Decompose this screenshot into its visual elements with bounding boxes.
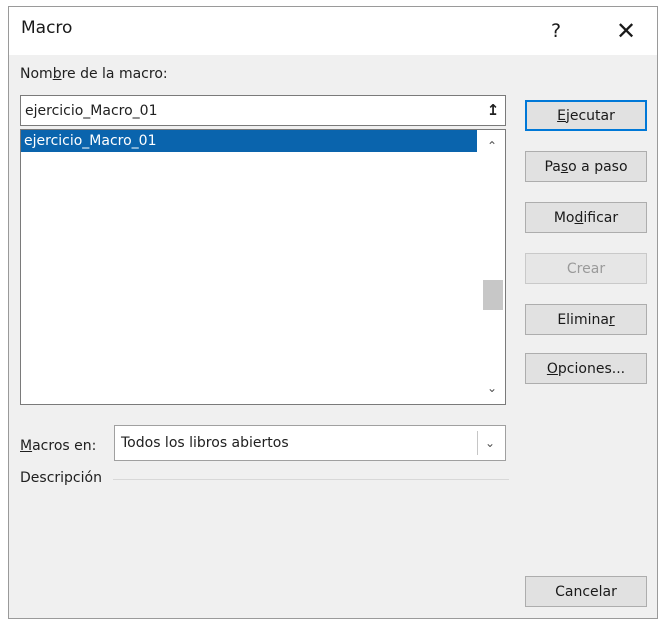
vertical-scrollbar[interactable]: ⌃ ⌄: [479, 130, 505, 404]
macros-in-value: Todos los libros abiertos: [121, 435, 289, 451]
scroll-down-icon[interactable]: ⌄: [479, 376, 505, 400]
description-divider: [113, 479, 509, 480]
cancel-button[interactable]: Cancelar: [525, 576, 647, 607]
help-icon: ?: [550, 20, 562, 42]
dialog-title: Macro: [21, 18, 73, 38]
options-button[interactable]: Opciones...: [525, 353, 647, 384]
close-icon: ✕: [615, 17, 637, 45]
macro-list[interactable]: ejercicio_Macro_01 ⌃ ⌄: [20, 129, 506, 405]
macros-in-select[interactable]: Todos los libros abiertos ⌄: [114, 425, 506, 461]
edit-button[interactable]: Mo d ificar: [525, 202, 647, 233]
delete-button[interactable]: Elimina r: [525, 304, 647, 335]
macro-name-field[interactable]: ↥: [20, 95, 506, 126]
step-into-button[interactable]: Pa s o a paso: [525, 151, 647, 182]
upload-arrow-icon[interactable]: ↥: [483, 99, 503, 121]
run-button[interactable]: Ejecutar: [525, 100, 647, 131]
close-button[interactable]: ✕: [603, 7, 649, 55]
macro-dialog: Macro ? ✕ Nombre de la macro: ↥ ejercici…: [8, 6, 658, 619]
macro-name-input[interactable]: [21, 96, 475, 125]
description-label: Descripción: [20, 470, 108, 486]
help-button[interactable]: ?: [533, 7, 579, 55]
macro-name-label: Nombre de la macro:: [20, 66, 168, 82]
scrollbar-thumb[interactable]: [483, 280, 503, 310]
scroll-up-icon[interactable]: ⌃: [479, 134, 505, 158]
macros-in-label: Macros en:: [20, 438, 97, 454]
chevron-down-icon[interactable]: ⌄: [477, 431, 502, 455]
create-button: Crear: [525, 253, 647, 284]
title-bar: Macro ? ✕: [9, 7, 657, 55]
list-item[interactable]: ejercicio_Macro_01: [21, 130, 477, 152]
